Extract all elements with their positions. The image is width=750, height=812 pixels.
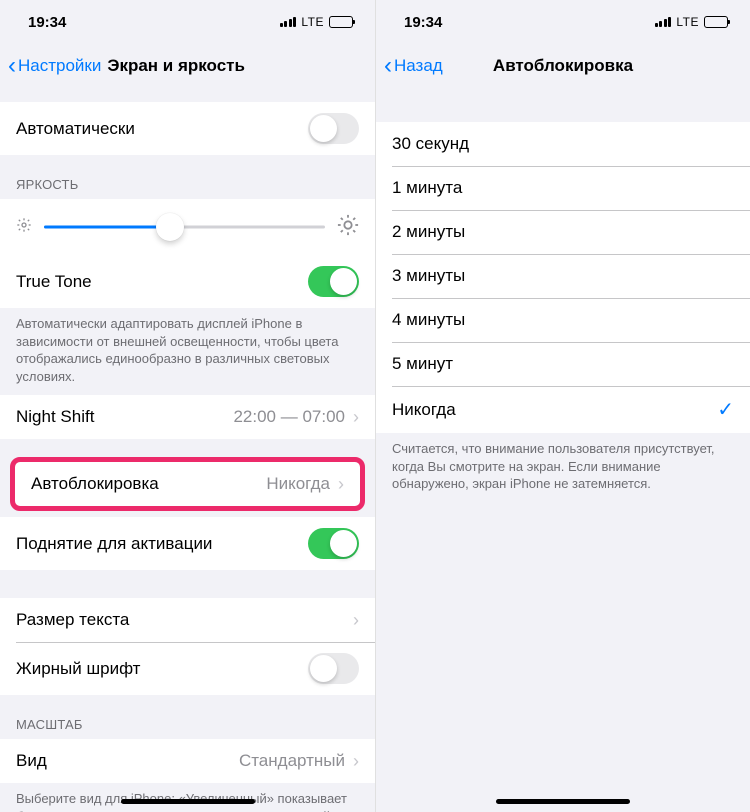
option-row[interactable]: Никогда ✓ — [376, 386, 750, 433]
row-label: Жирный шрифт — [16, 659, 140, 679]
chevron-left-icon: ‹ — [8, 54, 16, 78]
option-label: 2 минуты — [392, 222, 465, 242]
group-raise: Поднятие для активации — [0, 517, 375, 570]
row-label: Night Shift — [16, 407, 94, 427]
checkmark-icon: ✓ — [717, 397, 734, 422]
chevron-right-icon: › — [353, 751, 359, 772]
home-indicator[interactable] — [496, 799, 630, 804]
row-bold-text[interactable]: Жирный шрифт — [0, 642, 375, 695]
option-label: 4 минуты — [392, 310, 465, 330]
group-appearance-auto: Автоматически — [0, 102, 375, 155]
chevron-right-icon: › — [353, 407, 359, 428]
option-row[interactable]: 1 минута — [376, 166, 750, 210]
row-label: Автоблокировка — [31, 474, 159, 494]
footer-true-tone: Автоматически адаптировать дисплей iPhon… — [0, 308, 375, 395]
nav-bar: ‹ Настройки Экран и яркость — [0, 44, 375, 88]
group-header-brightness: ЯРКОСТЬ — [0, 155, 375, 199]
group-zoom: Вид Стандартный › — [0, 739, 375, 783]
battery-icon — [329, 16, 353, 28]
chevron-left-icon: ‹ — [384, 54, 392, 78]
highlight-autolock: Автоблокировка Никогда › — [10, 457, 365, 511]
battery-icon — [704, 16, 728, 28]
row-label: Размер текста — [16, 610, 129, 630]
row-auto-lock[interactable]: Автоблокировка Никогда › — [15, 462, 360, 506]
status-right: LTE — [280, 15, 353, 29]
option-label: Никогда — [392, 400, 456, 420]
screen-auto-lock: 19:34 LTE ‹ Назад Автоблокировка 30 секу… — [375, 0, 750, 812]
chevron-right-icon: › — [353, 610, 359, 631]
option-label: 5 минут — [392, 354, 453, 374]
home-indicator[interactable] — [121, 799, 255, 804]
group-autolock-options: 30 секунд 1 минута 2 минуты 3 минуты 4 минут… — [376, 122, 750, 433]
row-brightness-slider[interactable] — [0, 199, 375, 255]
option-label: 1 минута — [392, 178, 462, 198]
row-value: 22:00 — 07:00 — [233, 407, 345, 427]
back-button[interactable]: ‹ Настройки — [8, 54, 101, 78]
row-view[interactable]: Вид Стандартный › — [0, 739, 375, 783]
page-title: Автоблокировка — [493, 56, 633, 76]
row-raise-to-wake[interactable]: Поднятие для активации — [0, 517, 375, 570]
sun-small-icon — [16, 217, 32, 238]
row-value: Стандартный — [239, 751, 345, 771]
group-text: Размер текста › Жирный шрифт — [0, 598, 375, 695]
back-label: Назад — [394, 56, 443, 76]
group-brightness: True Tone — [0, 199, 375, 308]
toggle-true-tone[interactable] — [308, 266, 359, 297]
option-row[interactable]: 3 минуты — [376, 254, 750, 298]
row-label: Автоматически — [16, 119, 135, 139]
row-value: Никогда — [266, 474, 330, 494]
row-true-tone[interactable]: True Tone — [0, 255, 375, 308]
option-label: 30 секунд — [392, 134, 469, 154]
row-auto-appearance[interactable]: Автоматически — [0, 102, 375, 155]
content: Автоматически ЯРКОСТЬ True Tone — [0, 88, 375, 812]
brightness-slider[interactable] — [44, 213, 325, 241]
status-bar: 19:34 LTE — [376, 0, 750, 44]
page-title: Экран и яркость — [107, 56, 245, 76]
row-label: Вид — [16, 751, 47, 771]
network-label: LTE — [676, 15, 699, 29]
footer-autolock: Считается, что внимание пользователя при… — [376, 433, 750, 503]
row-label: Поднятие для активации — [16, 534, 212, 554]
nav-bar: ‹ Назад Автоблокировка — [376, 44, 750, 88]
group-header-zoom: МАСШТАБ — [0, 695, 375, 739]
toggle-bold-text[interactable] — [308, 653, 359, 684]
row-text-size[interactable]: Размер текста › — [0, 598, 375, 642]
option-row[interactable]: 2 минуты — [376, 210, 750, 254]
toggle-auto-appearance[interactable] — [308, 113, 359, 144]
status-time: 19:34 — [28, 14, 66, 31]
footer-view: Выберите вид для iPhone: «Увеличенный» п… — [0, 783, 375, 812]
signal-icon — [655, 17, 672, 27]
row-label: True Tone — [16, 272, 92, 292]
content: 30 секунд 1 минута 2 минуты 3 минуты 4 минут… — [376, 88, 750, 812]
back-button[interactable]: ‹ Назад — [384, 54, 443, 78]
option-row[interactable]: 5 минут — [376, 342, 750, 386]
group-night-shift: Night Shift 22:00 — 07:00 › — [0, 395, 375, 439]
status-bar: 19:34 LTE — [0, 0, 375, 44]
toggle-raise-to-wake[interactable] — [308, 528, 359, 559]
option-row[interactable]: 30 секунд — [376, 122, 750, 166]
status-time: 19:34 — [404, 14, 442, 31]
signal-icon — [280, 17, 297, 27]
option-label: 3 минуты — [392, 266, 465, 286]
status-right: LTE — [655, 15, 728, 29]
back-label: Настройки — [18, 56, 101, 76]
option-row[interactable]: 4 минуты — [376, 298, 750, 342]
network-label: LTE — [301, 15, 324, 29]
sun-large-icon — [337, 214, 359, 241]
chevron-right-icon: › — [338, 474, 344, 495]
row-night-shift[interactable]: Night Shift 22:00 — 07:00 › — [0, 395, 375, 439]
screen-display-brightness: 19:34 LTE ‹ Настройки Экран и яркость Ав… — [0, 0, 375, 812]
